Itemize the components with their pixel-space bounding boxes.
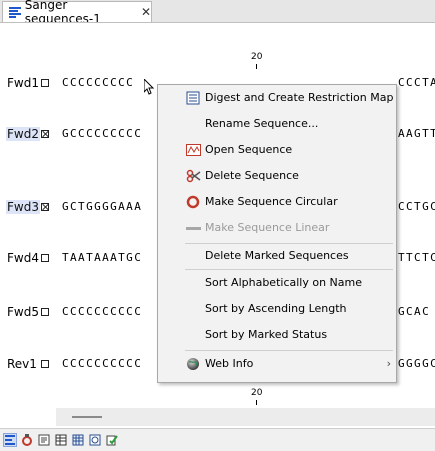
menu-item-label: Make Sequence Circular xyxy=(205,195,338,208)
scrollbar-thumb[interactable] xyxy=(72,416,102,418)
linear-icon xyxy=(186,221,201,235)
mark-checkbox[interactable] xyxy=(41,79,49,87)
mark-checkbox[interactable] xyxy=(41,203,49,211)
menu-item-label: Web Info xyxy=(205,357,254,370)
ruler-tick xyxy=(256,400,257,405)
editor-tab-bar: Sanger sequences-1 ✕ xyxy=(0,0,435,26)
menu-item-delete-sequence[interactable]: Delete Sequence xyxy=(158,165,396,187)
menu-item-label: Sort by Ascending Length xyxy=(205,302,347,315)
menu-separator xyxy=(185,243,393,244)
restriction-map-icon xyxy=(186,91,201,105)
close-icon[interactable]: ✕ xyxy=(141,5,151,19)
menu-item-label: Make Sequence Linear xyxy=(205,221,330,234)
menu-item-open-sequence[interactable]: Open Sequence xyxy=(158,139,396,161)
sequence-residues: CCCCCCCCC xyxy=(62,76,135,89)
menu-item-digest-restriction-map[interactable]: Digest and Create Restriction Map xyxy=(158,87,396,109)
sequence-residues: CCCCCCCCCC xyxy=(62,357,143,370)
sequence-name[interactable]: Fwd1 xyxy=(6,76,40,90)
sequence-list-view-icon[interactable] xyxy=(3,433,17,447)
sequence-residues: GCCCCCCCCC xyxy=(62,127,143,140)
sequence-residues: GCTGGGGAAA xyxy=(62,200,143,213)
menu-item-sort-ascending-length[interactable]: Sort by Ascending Length xyxy=(158,298,396,320)
sequence-residues-tail: TTCTC xyxy=(398,251,435,264)
mark-checkbox[interactable] xyxy=(41,130,49,138)
sequence-name[interactable]: Fwd4 xyxy=(6,251,40,265)
editor-frame xyxy=(0,22,435,30)
menu-item-label: Sort Alphabetically on Name xyxy=(205,276,362,289)
ruler-position-label-bottom: 20 xyxy=(251,388,263,398)
menu-item-rename-sequence[interactable]: Rename Sequence... xyxy=(158,113,396,135)
sequence-name[interactable]: Rev1 xyxy=(6,357,38,371)
horizontal-scrollbar[interactable] xyxy=(56,408,435,426)
menu-item-delete-marked[interactable]: Delete Marked Sequences xyxy=(158,245,396,267)
circular-icon xyxy=(186,195,201,209)
menu-item-label: Delete Marked Sequences xyxy=(205,249,349,262)
sequence-residues-tail: CCTGC xyxy=(398,200,435,213)
sequence-list-icon xyxy=(9,6,21,18)
grid-view-icon[interactable] xyxy=(71,433,85,447)
mark-checkbox[interactable] xyxy=(41,360,49,368)
sequence-name[interactable]: Fwd2 xyxy=(6,127,40,141)
menu-item-make-linear: Make Sequence Linear xyxy=(158,217,396,239)
tab-sanger-sequences[interactable]: Sanger sequences-1 ✕ xyxy=(2,0,152,26)
circular-view-icon[interactable] xyxy=(20,433,34,447)
sequence-residues: TAATAAATGC xyxy=(62,251,143,264)
menu-separator xyxy=(185,269,393,270)
text-view-icon[interactable] xyxy=(37,433,51,447)
globe-icon xyxy=(186,357,201,371)
mark-checkbox[interactable] xyxy=(41,254,49,262)
view-toolbar xyxy=(0,428,435,451)
sequence-residues-tail: GCAC xyxy=(398,305,431,318)
menu-item-label: Rename Sequence... xyxy=(205,117,319,130)
menu-item-make-circular[interactable]: Make Sequence Circular xyxy=(158,191,396,213)
sequence-context-menu: Digest and Create Restriction Map Rename… xyxy=(157,84,397,383)
menu-item-web-info[interactable]: Web Info › xyxy=(158,353,396,375)
delete-sequence-icon xyxy=(186,169,201,183)
sequence-residues-tail: AAGTT xyxy=(398,127,435,140)
menu-item-label: Delete Sequence xyxy=(205,169,299,182)
open-sequence-icon xyxy=(186,143,201,157)
mark-checkbox[interactable] xyxy=(41,308,49,316)
sequence-residues-tail: GGGGC xyxy=(398,357,435,370)
menu-item-sort-alphabetically[interactable]: Sort Alphabetically on Name xyxy=(158,272,396,294)
ruler-position-label: 20 xyxy=(251,52,263,62)
table-view-icon[interactable] xyxy=(54,433,68,447)
menu-item-label: Sort by Marked Status xyxy=(205,328,328,341)
validate-icon[interactable] xyxy=(105,433,119,447)
menu-item-label: Digest and Create Restriction Map xyxy=(205,91,394,104)
ruler-tick xyxy=(256,64,257,69)
history-icon[interactable] xyxy=(88,433,102,447)
submenu-arrow-icon: › xyxy=(386,357,391,370)
sequence-residues-tail: CCCTA xyxy=(398,76,435,89)
menu-item-sort-marked-status[interactable]: Sort by Marked Status xyxy=(158,324,396,346)
mouse-pointer-icon xyxy=(144,79,155,95)
sequence-name[interactable]: Fwd3 xyxy=(6,200,40,214)
sequence-residues: CCCCCCCCCC xyxy=(62,305,143,318)
menu-item-label: Open Sequence xyxy=(205,143,293,156)
sequence-name[interactable]: Fwd5 xyxy=(6,305,40,319)
menu-separator xyxy=(185,350,393,351)
